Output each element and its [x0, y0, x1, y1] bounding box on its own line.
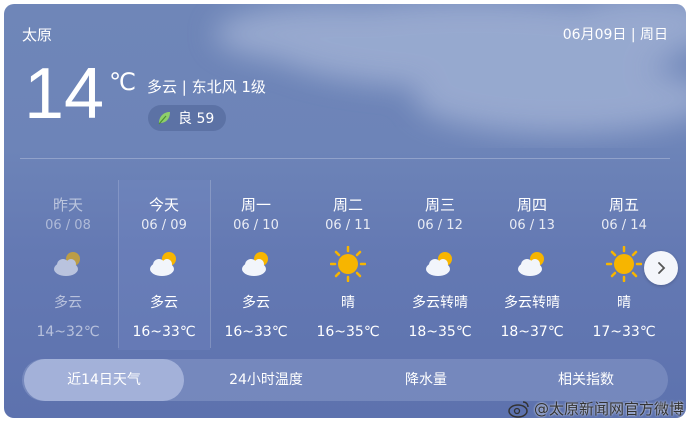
day-temp-range: 17~33℃ — [592, 324, 656, 340]
forecast-day-monday[interactable]: 周一 06 / 10 多云 16~33℃ — [210, 180, 302, 350]
forecast-strip: 昨天 06 / 08 多云 14~32℃ 今天 06 / 09 多云 16~33… — [22, 180, 662, 350]
forecast-day-tuesday[interactable]: 周二 06 / 11 晴 16~35℃ — [302, 180, 394, 350]
day-date: 06 / 10 — [233, 218, 279, 233]
tab-related-indices[interactable]: 相关指数 — [506, 359, 666, 401]
day-temp-range: 16~33℃ — [132, 324, 196, 340]
day-temp-range: 16~35℃ — [316, 324, 380, 340]
partly-cloudy-icon — [242, 252, 268, 276]
temperature-unit: ℃ — [109, 68, 136, 96]
forecast-day-yesterday[interactable]: 昨天 06 / 08 多云 14~32℃ — [22, 180, 114, 350]
tab-24-hour-temperature[interactable]: 24小时温度 — [186, 359, 346, 401]
day-name: 周四 — [516, 196, 547, 214]
current-date: 06月09日 | 周日 — [562, 27, 668, 43]
chevron-right-icon — [658, 262, 666, 274]
partly-cloudy-icon — [150, 252, 176, 276]
forecast-day-today[interactable]: 今天 06 / 09 多云 16~33℃ — [118, 180, 210, 350]
leaf-icon — [158, 112, 170, 125]
partly-cloudy-icon — [518, 252, 544, 276]
sun-icon — [606, 246, 642, 282]
weibo-watermark: @太原新闻网官方微博 — [508, 398, 684, 419]
day-weather: 多云转晴 — [504, 295, 560, 311]
tab-14-day-weather[interactable]: 近14日天气 — [24, 359, 184, 401]
day-weather: 多云 — [150, 295, 178, 311]
tab-precipitation[interactable]: 降水量 — [346, 359, 506, 401]
day-name: 周三 — [424, 196, 455, 214]
day-name: 周二 — [332, 196, 363, 214]
partly-cloudy-icon — [426, 252, 452, 276]
day-date: 06 / 08 — [45, 218, 91, 233]
air-quality-badge[interactable]: 良 59 — [148, 105, 227, 131]
next-days-button[interactable] — [644, 251, 678, 285]
day-date: 06 / 12 — [417, 218, 463, 233]
day-temp-range: 18~35℃ — [408, 324, 472, 340]
divider — [20, 158, 670, 159]
day-weather: 多云转晴 — [412, 295, 468, 311]
day-date: 06 / 14 — [601, 218, 647, 233]
day-date: 06 / 09 — [141, 218, 187, 233]
current-condition: 多云 | 东北风 1级 — [147, 78, 266, 96]
day-temp-range: 14~32℃ — [36, 324, 100, 340]
weather-card: 太原 06月09日 | 周日 14 ℃ 多云 | 东北风 1级 良 59 昨天 … — [4, 4, 686, 418]
forecast-day-wednesday[interactable]: 周三 06 / 12 多云转晴 18~35℃ — [394, 180, 486, 350]
tab-bar: 近14日天气 24小时温度 降水量 相关指数 — [22, 359, 668, 401]
watermark-text: @太原新闻网官方微博 — [533, 400, 684, 418]
air-quality-label: 良 59 — [178, 111, 215, 127]
day-weather: 晴 — [341, 295, 355, 311]
forecast-day-thursday[interactable]: 周四 06 / 13 多云转晴 18~37℃ — [486, 180, 578, 350]
day-weather: 多云 — [54, 295, 82, 311]
current-temperature: 14 — [24, 54, 105, 134]
day-temp-range: 16~33℃ — [224, 324, 288, 340]
day-date: 06 / 11 — [325, 218, 371, 233]
sun-icon — [330, 246, 366, 282]
day-name: 今天 — [148, 196, 179, 214]
day-name: 周五 — [608, 196, 639, 214]
partly-cloudy-icon — [54, 252, 80, 276]
day-weather: 晴 — [617, 295, 631, 311]
day-weather: 多云 — [242, 295, 270, 311]
day-date: 06 / 13 — [509, 218, 555, 233]
day-name: 昨天 — [52, 196, 83, 214]
city-name: 太原 — [22, 26, 53, 44]
day-temp-range: 18~37℃ — [500, 324, 564, 340]
weibo-logo-icon — [508, 400, 529, 418]
day-name: 周一 — [240, 196, 271, 214]
